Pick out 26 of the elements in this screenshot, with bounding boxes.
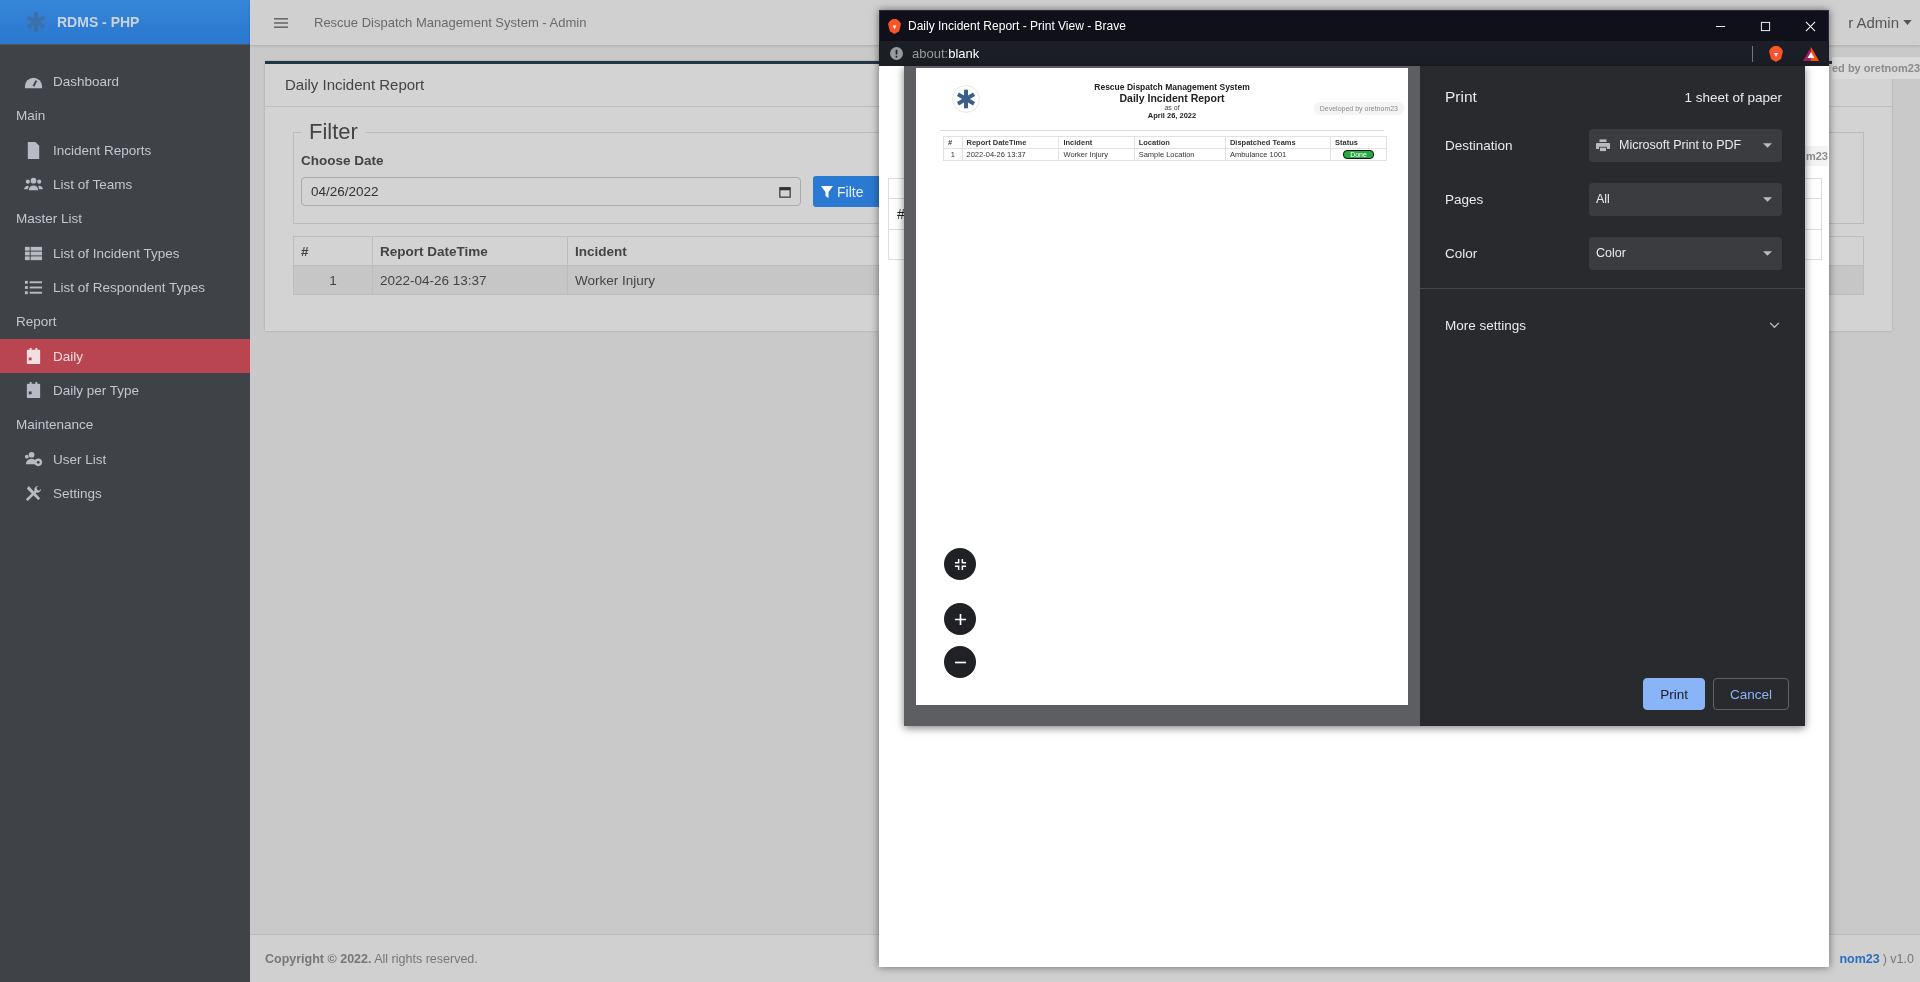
sidebar-section-heading: Maintenance	[15, 416, 95, 434]
table-cell: 2022-04-26 13:37	[372, 265, 568, 295]
developer-credit: m23	[1803, 146, 1828, 166]
copyright-text: Copyright © 2022. All rights reserved.	[265, 951, 478, 966]
filter-legend: Filter	[301, 119, 366, 145]
sidebar-section-heading: Report	[15, 313, 58, 331]
developer-credit: ed by oretnom23	[1832, 57, 1920, 79]
app-title: Rescue Dispatch Management System - Admin	[314, 15, 587, 30]
column-header: #	[293, 236, 373, 266]
report-organization: Rescue Dispatch Management System	[1094, 82, 1250, 92]
date-label: Choose Date	[301, 153, 384, 168]
report-title: Daily Incident Report	[1119, 92, 1225, 104]
brand-name: RDMS - PHP	[57, 14, 140, 30]
sidebar-section-heading: Main	[15, 107, 47, 125]
card-title: Daily Incident Report	[285, 76, 425, 93]
column-header: Report DateTime	[372, 236, 568, 266]
column-header: #	[897, 206, 905, 222]
setting-label: Pages	[1445, 191, 1485, 207]
print-heading: Print	[1445, 88, 1477, 106]
version-text: ) v1.0	[1882, 951, 1914, 966]
sheet-count: 1 sheet of paper	[1684, 89, 1782, 105]
setting-label: Color	[1445, 245, 1479, 261]
window-title: Daily Incident Report - Print View - Brave	[908, 19, 1126, 33]
sidebar-section-heading: Master List	[15, 210, 84, 228]
setting-label: Destination	[1445, 137, 1514, 153]
table-cell: 1	[293, 265, 373, 295]
